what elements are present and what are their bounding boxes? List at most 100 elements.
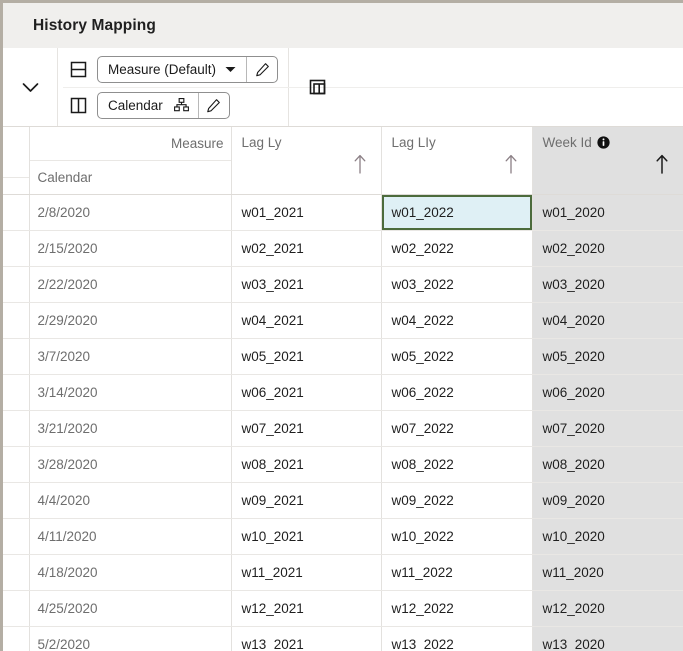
header-gutter-cell [3, 127, 30, 195]
window-titlebar: History Mapping [3, 3, 683, 48]
cell-calendar-date[interactable]: 4/4/2020 [29, 482, 232, 519]
cell-calendar-date[interactable]: 2/8/2020 [29, 194, 232, 231]
cell-lag-lly[interactable]: w04_2022 [381, 302, 533, 339]
cell-calendar-date[interactable]: 3/14/2020 [29, 374, 232, 411]
column-header-week-id-title: Week Id [543, 135, 610, 150]
calendar-edit-button[interactable] [197, 92, 229, 118]
cell-lag-lly[interactable]: w13_2022 [381, 626, 533, 651]
cell-lag-ly[interactable]: w04_2021 [231, 302, 382, 339]
table-row: 3/7/2020 w05_2021 w05_2022 w05_2020 [3, 338, 683, 375]
cell-lag-lly[interactable]: w06_2022 [381, 374, 533, 411]
cell-lag-lly[interactable]: w07_2022 [381, 410, 533, 447]
caret-down-icon[interactable] [223, 66, 246, 73]
row-gutter-cell [3, 446, 30, 483]
measure-edit-button[interactable] [246, 56, 277, 82]
table-row: 4/11/2020 w10_2021 w10_2022 w10_2020 [3, 518, 683, 555]
panel-layout-button[interactable] [305, 74, 331, 100]
toolbar-collapse-column [3, 48, 58, 126]
table-row: 3/14/2020 w06_2021 w06_2022 w06_2020 [3, 374, 683, 411]
cell-lag-ly[interactable]: w02_2021 [231, 230, 382, 267]
cell-lag-ly[interactable]: w11_2021 [231, 554, 382, 591]
info-icon[interactable] [597, 136, 610, 149]
cell-calendar-date[interactable]: 3/21/2020 [29, 410, 232, 447]
cell-lag-lly[interactable]: w02_2022 [381, 230, 533, 267]
cell-lag-ly[interactable]: w10_2021 [231, 518, 382, 555]
cell-week-id[interactable]: w13_2020 [532, 626, 683, 651]
cell-week-id[interactable]: w11_2020 [532, 554, 683, 591]
cell-week-id[interactable]: w04_2020 [532, 302, 683, 339]
column-header-lag-ly[interactable]: Lag Ly [231, 127, 382, 195]
cell-week-id[interactable]: w10_2020 [532, 518, 683, 555]
cell-week-id[interactable]: w02_2020 [532, 230, 683, 267]
cell-lag-lly[interactable]: w09_2022 [381, 482, 533, 519]
column-header-lag-ly-title: Lag Ly [242, 135, 282, 150]
measure-selector[interactable]: Measure (Default) [97, 55, 279, 83]
cell-week-id[interactable]: w01_2020 [532, 194, 683, 231]
cell-week-id[interactable]: w12_2020 [532, 590, 683, 627]
sort-ascending-icon[interactable] [353, 154, 367, 174]
pivot-body: 2/8/2020 w01_2021 w01_2022 w01_2020 2/15/202… [3, 194, 683, 651]
cell-calendar-date[interactable]: 4/25/2020 [29, 590, 232, 627]
sort-ascending-icon[interactable] [504, 154, 518, 174]
table-row: 4/4/2020 w09_2021 w09_2022 w09_2020 [3, 482, 683, 519]
cell-lag-lly[interactable]: w12_2022 [381, 590, 533, 627]
row-gutter-cell [3, 194, 30, 231]
table-row: 3/21/2020 w07_2021 w07_2022 w07_2020 [3, 410, 683, 447]
cell-lag-ly[interactable]: w13_2021 [231, 626, 382, 651]
rows-axis-row: Measure (Default) [67, 51, 279, 87]
table-row: 5/2/2020 w13_2021 w13_2022 w13_2020 [3, 626, 683, 651]
column-header-lag-lly[interactable]: Lag LIy [381, 127, 533, 195]
cell-week-id[interactable]: w06_2020 [532, 374, 683, 411]
rows-layout-icon [67, 58, 89, 80]
cell-week-id[interactable]: w05_2020 [532, 338, 683, 375]
cell-calendar-date[interactable]: 2/29/2020 [29, 302, 232, 339]
cell-lag-lly[interactable]: w05_2022 [381, 338, 533, 375]
cell-calendar-date[interactable]: 2/15/2020 [29, 230, 232, 267]
cell-week-id[interactable]: w03_2020 [532, 266, 683, 303]
cell-lag-lly[interactable]: w11_2022 [381, 554, 533, 591]
cell-calendar-date[interactable]: 4/11/2020 [29, 518, 232, 555]
cell-calendar-date[interactable]: 3/28/2020 [29, 446, 232, 483]
cell-calendar-date[interactable]: 4/18/2020 [29, 554, 232, 591]
collapse-toggle-button[interactable] [17, 74, 43, 100]
cell-week-id[interactable]: w08_2020 [532, 446, 683, 483]
table-row: 4/25/2020 w12_2021 w12_2022 w12_2020 [3, 590, 683, 627]
column-header-week-id[interactable]: Week Id [532, 127, 683, 195]
cell-week-id[interactable]: w07_2020 [532, 410, 683, 447]
cell-lag-lly[interactable]: w01_2022 [381, 194, 533, 231]
cell-calendar-date[interactable]: 3/7/2020 [29, 338, 232, 375]
pivot-header: Measure Calendar Lag Ly Lag LIy Week Id [3, 127, 683, 195]
sort-ascending-icon[interactable] [655, 154, 669, 174]
chevron-down-icon [22, 82, 38, 92]
cell-lag-ly[interactable]: w12_2021 [231, 590, 382, 627]
cell-lag-ly[interactable]: w05_2021 [231, 338, 382, 375]
row-gutter-cell [3, 482, 30, 519]
table-row: 2/22/2020 w03_2021 w03_2022 w03_2020 [3, 266, 683, 303]
cell-lag-ly[interactable]: w08_2021 [231, 446, 382, 483]
selected-cell-content: w01_2022 [381, 195, 531, 230]
row-gutter-cell [3, 230, 30, 267]
toolbar-right-region [289, 48, 683, 126]
pivot-grid: Measure Calendar Lag Ly Lag LIy Week Id … [3, 126, 683, 651]
cell-lag-ly[interactable]: w06_2021 [231, 374, 382, 411]
cell-week-id[interactable]: w09_2020 [532, 482, 683, 519]
column-header-lag-ly-label: Lag Ly [241, 135, 282, 150]
cell-calendar-date[interactable]: 5/2/2020 [29, 626, 232, 651]
cell-lag-ly[interactable]: w09_2021 [231, 482, 382, 519]
cell-lag-ly[interactable]: w07_2021 [231, 410, 382, 447]
cell-lag-lly[interactable]: w08_2022 [381, 446, 533, 483]
cell-lag-ly[interactable]: w03_2021 [231, 266, 382, 303]
row-gutter-cell [3, 266, 30, 303]
cell-lag-lly[interactable]: w03_2022 [381, 266, 533, 303]
calendar-selector[interactable]: Calendar [97, 91, 230, 119]
row-gutter-cell [3, 302, 30, 339]
cell-lag-lly[interactable]: w10_2022 [381, 518, 533, 555]
table-row: 2/8/2020 w01_2021 w01_2022 w01_2020 [3, 194, 683, 231]
cell-calendar-date[interactable]: 2/22/2020 [29, 266, 232, 303]
columns-axis-row: Calendar [67, 87, 278, 123]
pivot-toolbar: Measure (Default) Calendar [3, 48, 683, 126]
cell-lag-ly[interactable]: w01_2021 [231, 194, 382, 231]
hierarchy-icon[interactable] [170, 98, 198, 112]
row-gutter-cell [3, 554, 30, 591]
window-title: History Mapping [33, 16, 156, 34]
